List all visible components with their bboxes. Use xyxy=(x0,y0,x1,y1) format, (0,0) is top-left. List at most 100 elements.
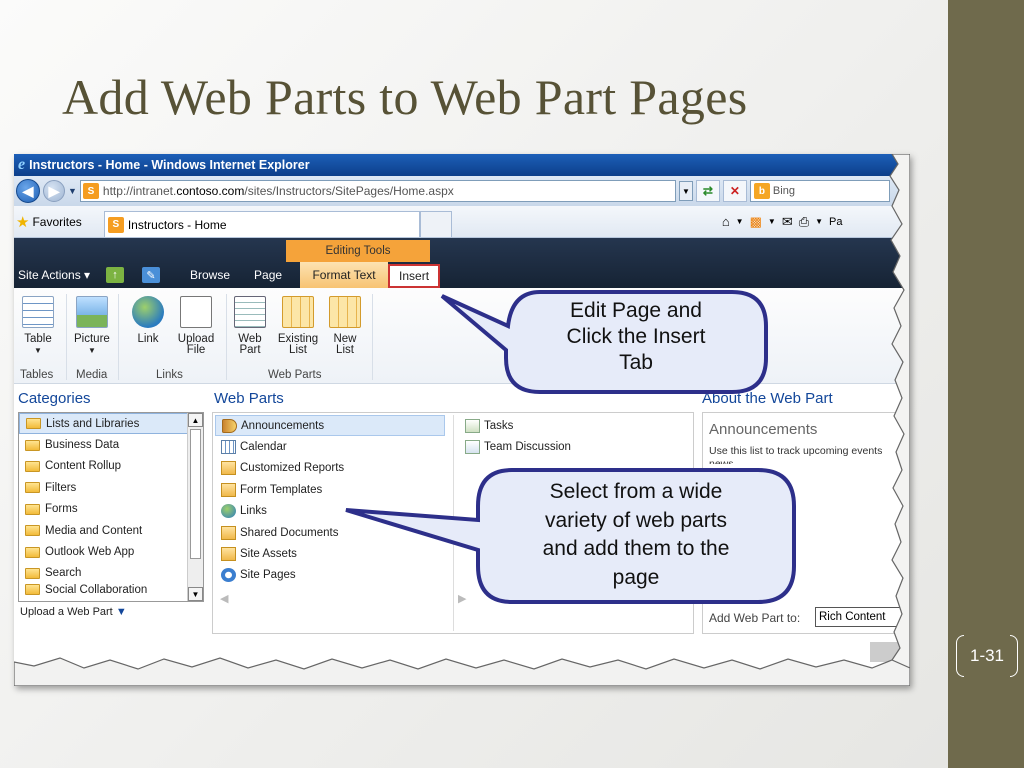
ribbon-group-labels: Tables Media Links Web Parts xyxy=(14,366,910,384)
folder-icon xyxy=(26,418,41,430)
folder-icon xyxy=(25,460,40,472)
page-menu[interactable]: Pa xyxy=(829,216,842,228)
web-part-description-cont: news xyxy=(709,458,734,464)
web-part-item-calendar[interactable]: Calendar xyxy=(215,436,445,457)
new-list-button[interactable]: New List xyxy=(328,296,362,356)
existing-list-button[interactable]: Existing List xyxy=(276,296,320,356)
selected-web-part-name: Announcements xyxy=(709,421,818,438)
categories-heading: Categories xyxy=(18,390,91,407)
refresh-button[interactable]: ⇄ xyxy=(695,180,720,202)
new-list-icon xyxy=(329,296,361,328)
scroll-up-icon[interactable]: ▲ xyxy=(188,413,203,427)
folder-icon xyxy=(25,439,40,451)
folder-icon xyxy=(25,525,40,537)
categories-list[interactable]: Lists and Libraries Business Data Conten… xyxy=(18,412,204,602)
category-item-forms[interactable]: Forms xyxy=(19,499,203,520)
home-icon[interactable]: ⌂ xyxy=(722,214,730,229)
upload-file-button[interactable]: Upload File xyxy=(174,296,218,356)
web-part-item-links[interactable]: Links xyxy=(215,501,445,522)
command-bar: ⌂ ▼ ▩ ▼ ✉ ⎙ ▼ Pa xyxy=(721,213,843,230)
search-input[interactable]: b Bing xyxy=(749,180,890,202)
web-part-item-customized-reports[interactable]: Customized Reports xyxy=(215,458,445,479)
callout-top-text: Edit Page and Click the Insert Tab xyxy=(566,299,706,374)
print-icon[interactable]: ⎙ xyxy=(799,214,809,230)
site-pages-icon xyxy=(221,568,236,583)
tasks-icon xyxy=(465,418,480,433)
recent-pages-dropdown-icon[interactable]: ▼ xyxy=(68,186,77,196)
back-button[interactable]: ◀ xyxy=(16,179,40,203)
site-actions-menu[interactable]: Site Actions ▾ xyxy=(14,268,106,282)
new-tab-button[interactable] xyxy=(419,211,452,237)
ribbon-tabs: Site Actions ▾ ↑ ✎ Browse Page Format Te… xyxy=(14,262,910,288)
tab-favicon-icon: S xyxy=(107,216,124,233)
tab-insert[interactable]: Insert xyxy=(388,264,441,288)
browser-tab-current[interactable]: S Instructors - Home xyxy=(103,211,420,237)
group-media: Media xyxy=(76,369,108,381)
document-library-icon xyxy=(221,525,236,540)
feeds-icon[interactable]: ▩ xyxy=(750,214,762,230)
link-button[interactable]: Link xyxy=(132,296,164,345)
document-library-icon xyxy=(221,482,236,497)
web-part-button[interactable]: Web Part xyxy=(234,296,266,356)
insert-ribbon: Table ▼ Picture ▼ Link Upload File Web Par… xyxy=(14,288,910,384)
stop-button[interactable]: ✕ xyxy=(722,180,747,202)
web-part-zone-select[interactable]: Rich Content xyxy=(815,607,909,627)
category-item-content-rollup[interactable]: Content Rollup xyxy=(19,456,203,477)
category-item-media-and-content[interactable]: Media and Content xyxy=(19,520,203,541)
scroll-thumb[interactable] xyxy=(190,429,201,559)
picture-button[interactable]: Picture ▼ xyxy=(74,296,110,356)
web-parts-heading: Web Parts xyxy=(214,390,284,407)
address-bar: ◀ ▶ ▼ S http://intranet.contoso.com/site… xyxy=(14,176,910,206)
web-part-item-form-templates[interactable]: Form Templates xyxy=(215,479,445,500)
web-part-item-site-pages[interactable]: Site Pages xyxy=(215,565,445,586)
category-item-filters[interactable]: Filters xyxy=(19,477,203,498)
tab-browse[interactable]: Browse xyxy=(178,262,242,288)
browser-screenshot: e Instructors - Home - Windows Internet … xyxy=(14,154,910,686)
category-item-lists-and-libraries[interactable]: Lists and Libraries xyxy=(19,413,203,435)
favorites-star-icon: ★ xyxy=(16,213,30,231)
edit-page-icon[interactable]: ✎ xyxy=(142,267,160,283)
web-part-item-announcements[interactable]: Announcements xyxy=(215,415,445,437)
editing-tools-group-label: Editing Tools xyxy=(286,240,430,262)
web-part-item-shared-documents[interactable]: Shared Documents xyxy=(215,522,445,543)
bottom-strip xyxy=(870,642,910,662)
forward-button[interactable]: ▶ xyxy=(43,180,65,202)
existing-list-icon xyxy=(282,296,314,328)
tab-format-text[interactable]: Format Text xyxy=(300,262,389,288)
favorites-button[interactable]: Favorites xyxy=(32,215,81,229)
about-heading: About the Web Part xyxy=(702,390,833,407)
scroll-left-icon[interactable]: ◀ xyxy=(220,592,228,605)
announcements-icon xyxy=(222,418,237,433)
tab-page[interactable]: Page xyxy=(242,262,294,288)
navigate-up-icon[interactable]: ↑ xyxy=(106,267,124,283)
category-item-search[interactable]: Search xyxy=(19,563,203,584)
table-button[interactable]: Table ▼ xyxy=(22,296,54,356)
folder-icon xyxy=(25,503,40,515)
category-item-business-data[interactable]: Business Data xyxy=(19,434,203,455)
mail-icon[interactable]: ✉ xyxy=(782,214,793,230)
upload-icon xyxy=(180,296,212,328)
ie-logo-icon: e xyxy=(18,156,26,173)
window-title: Instructors - Home - Windows Internet Ex… xyxy=(29,158,310,172)
scroll-down-icon[interactable]: ▼ xyxy=(188,587,203,601)
scroll-right-icon[interactable]: ▶ xyxy=(458,592,466,605)
folder-icon xyxy=(25,546,40,558)
web-part-item-team-discussion[interactable]: Team Discussion xyxy=(459,436,689,457)
group-tables: Tables xyxy=(20,369,54,381)
folder-icon xyxy=(25,584,40,596)
web-part-item-tasks[interactable]: Tasks xyxy=(459,415,689,436)
categories-scrollbar[interactable]: ▲ ▼ xyxy=(187,413,203,601)
web-parts-column-2: Tasks Team Discussion xyxy=(459,415,689,458)
web-part-item-site-assets[interactable]: Site Assets xyxy=(215,543,445,564)
window-title-bar: e Instructors - Home - Windows Internet … xyxy=(14,154,910,176)
web-part-description: Use this list to track upcoming events xyxy=(709,445,883,457)
url-dropdown-button[interactable]: ▼ xyxy=(678,181,693,201)
url-input[interactable]: S http://intranet.contoso.com/sites/Inst… xyxy=(79,180,676,202)
category-item-outlook-web-app[interactable]: Outlook Web App xyxy=(19,541,203,562)
folder-icon xyxy=(25,567,40,579)
picture-icon xyxy=(75,296,108,328)
page-number: 1-31 xyxy=(956,633,1018,679)
category-item-social-collaboration[interactable]: Social Collaboration xyxy=(19,584,203,596)
web-part-icon xyxy=(234,296,266,328)
upload-web-part-link[interactable]: Upload a Web Part ▼ xyxy=(20,606,127,618)
